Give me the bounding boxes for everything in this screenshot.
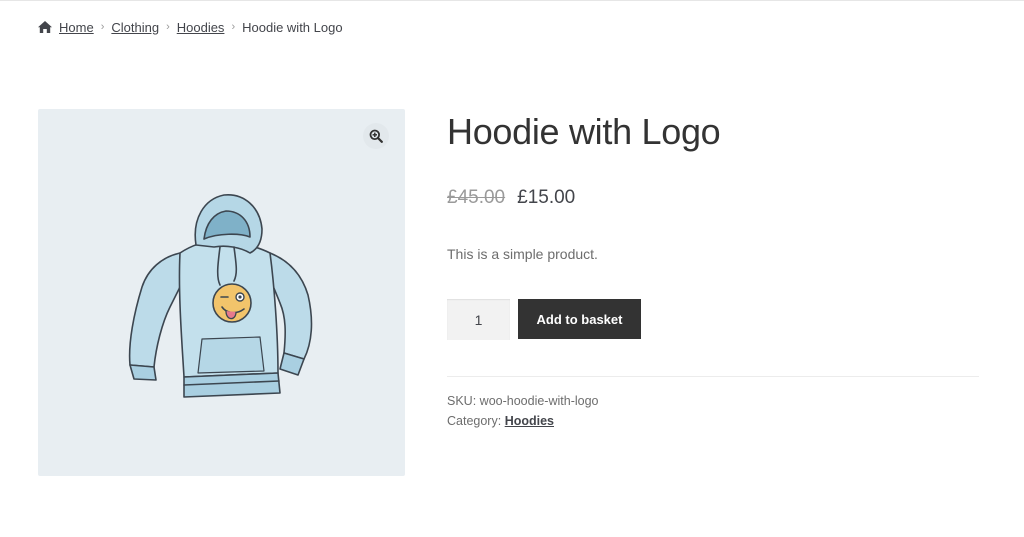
regular-price: £45.00 — [447, 187, 506, 208]
product-price: £45.00 £15.00 — [447, 187, 575, 209]
chevron-right-icon: › — [166, 21, 170, 33]
sku-row: SKU: woo-hoodie-with-logo — [447, 391, 599, 411]
product-image[interactable] — [122, 183, 322, 405]
header-border — [0, 0, 1024, 1]
category-row: Category: Hoodies — [447, 411, 599, 431]
breadcrumb-hoodies-link[interactable]: Hoodies — [177, 20, 225, 35]
add-to-basket-button[interactable]: Add to basket — [518, 299, 641, 339]
breadcrumb: Home › Clothing › Hoodies › Hoodie with … — [37, 18, 343, 36]
sku-value: woo-hoodie-with-logo — [479, 394, 599, 408]
home-icon[interactable] — [37, 20, 53, 34]
meta-divider — [447, 376, 979, 377]
zoom-in-icon[interactable] — [363, 123, 389, 149]
breadcrumb-clothing-link[interactable]: Clothing — [111, 20, 159, 35]
product-title: Hoodie with Logo — [447, 111, 721, 152]
breadcrumb-current: Hoodie with Logo — [242, 19, 343, 35]
breadcrumb-home-link[interactable]: Home — [59, 20, 94, 35]
short-description: This is a simple product. — [447, 246, 598, 262]
product-summary: Hoodie with Logo £45.00 £15.00 This is a… — [447, 108, 979, 428]
product-gallery[interactable] — [38, 109, 405, 476]
category-label: Category: — [447, 414, 502, 428]
sale-price: £15.00 — [517, 187, 576, 208]
category-link[interactable]: Hoodies — [505, 414, 554, 428]
quantity-input[interactable] — [447, 299, 510, 340]
emoji-logo — [212, 283, 252, 323]
product-meta: SKU: woo-hoodie-with-logo Category: Hood… — [447, 391, 599, 431]
chevron-right-icon: › — [100, 21, 105, 33]
chevron-right-icon: › — [231, 21, 236, 33]
sku-label: SKU: — [447, 394, 477, 408]
